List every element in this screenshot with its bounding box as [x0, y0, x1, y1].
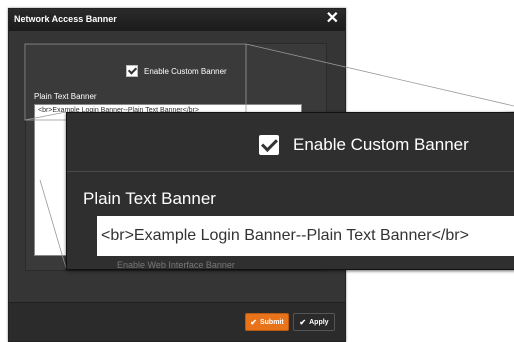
zoom-banner-textarea[interactable]: <br>Example Login Banner--Plain Text Ban… — [97, 216, 514, 256]
check-icon: ✔ — [299, 317, 307, 327]
close-icon[interactable]: ✕ — [326, 10, 339, 28]
zoom-plain-text-banner-label: Plain Text Banner — [83, 189, 216, 208]
zoom-callout: Enable Custom Banner Plain Text Banner <… — [66, 112, 514, 270]
enable-custom-banner-row[interactable]: Enable Custom Banner — [126, 65, 227, 77]
enable-custom-banner-label: Enable Custom Banner — [144, 66, 227, 76]
dialog-footer: ✔ Submit ✔ Apply — [9, 302, 345, 341]
submit-label: Submit — [259, 318, 284, 326]
submit-button[interactable]: ✔ Submit — [245, 313, 289, 331]
zoom-enable-custom-banner-row[interactable]: Enable Custom Banner — [259, 135, 469, 155]
dialog-title: Network Access Banner — [14, 14, 117, 24]
plain-text-banner-label: Plain Text Banner — [34, 92, 97, 101]
zoom-divider — [67, 171, 514, 172]
apply-button[interactable]: ✔ Apply — [293, 313, 335, 331]
zoom-enable-web-banner-label: Enable Web Interface Banner — [117, 260, 235, 270]
dialog-titlebar: Network Access Banner ✕ — [9, 9, 345, 31]
enable-custom-banner-checkbox[interactable] — [126, 65, 138, 77]
check-icon: ✔ — [250, 317, 257, 327]
zoom-enable-custom-banner-label: Enable Custom Banner — [293, 135, 469, 154]
apply-label: Apply — [309, 318, 329, 326]
zoom-enable-custom-banner-checkbox[interactable] — [259, 135, 279, 155]
